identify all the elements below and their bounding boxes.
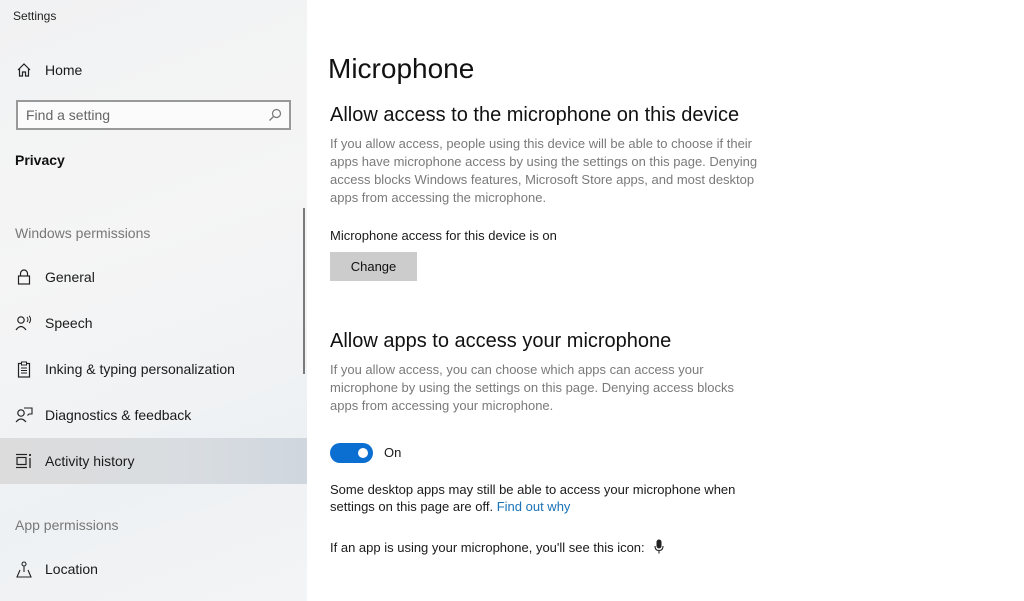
feedback-icon — [15, 406, 33, 424]
sidebar-item-speech[interactable]: Speech — [0, 300, 307, 346]
sidebar-scrollbar[interactable] — [303, 208, 305, 374]
app-title: Settings — [13, 9, 57, 23]
device-access-description: If you allow access, people using this d… — [330, 136, 758, 205]
device-access-status: Microphone access for this device is on — [330, 228, 557, 243]
apps-access-heading: Allow apps to access your microphone — [330, 330, 672, 352]
group-header-app-permissions: App permissions — [15, 517, 119, 533]
apps-access-toggle[interactable] — [330, 443, 373, 463]
timeline-icon — [15, 452, 33, 470]
page-title: Microphone — [328, 53, 475, 84]
sidebar-item-location[interactable]: Location — [0, 546, 307, 592]
sidebar-item-general[interactable]: General — [0, 254, 307, 300]
find-out-why-link[interactable]: Find out why — [497, 499, 571, 514]
search-box[interactable] — [16, 100, 291, 130]
sidebar-item-label: Diagnostics & feedback — [45, 407, 192, 423]
toggle-knob — [358, 448, 368, 458]
sidebar-item-label: General — [45, 269, 95, 285]
toggle-state-label: On — [384, 445, 402, 460]
section-title-privacy: Privacy — [15, 152, 65, 168]
mic-icon-note: If an app is using your microphone, you'… — [330, 539, 664, 558]
location-icon — [15, 560, 33, 578]
lock-icon — [15, 268, 33, 286]
search-icon[interactable] — [267, 107, 283, 123]
home-icon — [15, 61, 33, 79]
microphone-icon — [654, 539, 664, 558]
sidebar-item-inking-typing[interactable]: Inking & typing personalization — [0, 346, 307, 392]
clipboard-icon — [15, 360, 33, 378]
search-input[interactable] — [18, 102, 258, 128]
sidebar-item-label: Activity history — [45, 453, 135, 469]
device-access-heading: Allow access to the microphone on this d… — [330, 104, 740, 126]
apps-access-description: If you allow access, you can choose whic… — [330, 362, 734, 413]
nav-home-label: Home — [45, 62, 83, 78]
sidebar-item-diagnostics[interactable]: Diagnostics & feedback — [0, 392, 307, 438]
desktop-apps-note: Some desktop apps may still be able to a… — [330, 481, 760, 515]
sidebar-item-label: Inking & typing personalization — [45, 361, 235, 377]
group-header-windows-permissions: Windows permissions — [15, 225, 151, 241]
nav-home[interactable]: Home — [0, 47, 307, 93]
change-button[interactable]: Change — [330, 252, 417, 281]
sidebar-item-activity-history[interactable]: Activity history — [0, 438, 307, 484]
mic-icon-note-text: If an app is using your microphone, you'… — [330, 540, 645, 555]
sidebar-item-label: Location — [45, 561, 98, 577]
main-content: Microphone Allow access to the microphon… — [307, 0, 1024, 601]
sidebar-item-label: Speech — [45, 315, 93, 331]
sidebar: Settings Home Privacy Windows permission… — [0, 0, 307, 601]
speech-icon — [15, 314, 33, 332]
